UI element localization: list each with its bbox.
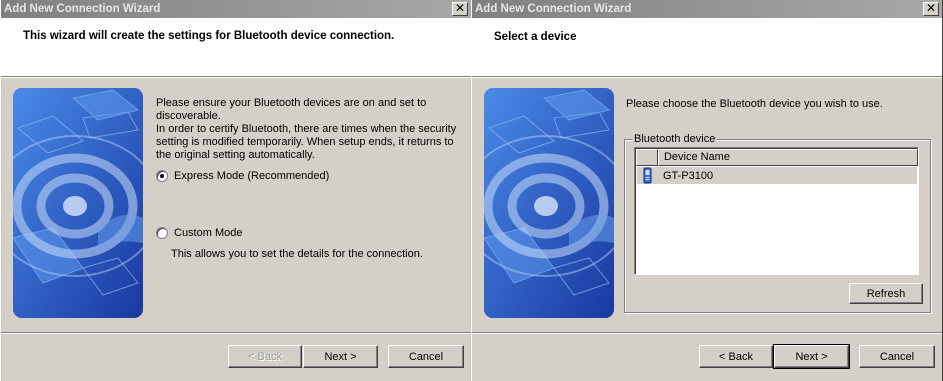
express-mode-option[interactable]: Express Mode (Recommended)	[156, 170, 329, 182]
intro-line: In order to certify Bluetooth, there are…	[156, 123, 457, 135]
close-icon[interactable]: ✕	[452, 2, 468, 16]
intro-line: discoverable.	[156, 110, 221, 122]
wizard-header: This wizard will create the settings for…	[1, 18, 471, 78]
title-bar[interactable]: Add New Connection Wizard ✕	[1, 0, 471, 18]
express-mode-radio[interactable]	[156, 170, 168, 182]
choose-device-prompt: Please choose the Bluetooth device you w…	[626, 98, 883, 110]
cancel-button[interactable]: Cancel	[388, 345, 464, 368]
next-button[interactable]: Next >	[773, 344, 850, 369]
wizard-window-welcome: Add New Connection Wizard ✕ This wizard …	[0, 0, 472, 381]
separator	[472, 332, 942, 334]
device-list[interactable]: Device Name GT-P3100	[634, 147, 919, 275]
header-title: Select a device	[494, 31, 577, 43]
separator	[1, 332, 471, 334]
custom-mode-radio[interactable]	[156, 227, 168, 239]
back-button[interactable]: < Back	[699, 345, 773, 368]
cancel-button[interactable]: Cancel	[859, 345, 935, 368]
wizard-header: Select a device	[472, 18, 942, 78]
device-name: GT-P3100	[663, 169, 714, 182]
intro-line: Please ensure your Bluetooth devices are…	[156, 97, 427, 109]
device-name-column-header[interactable]: Device Name	[657, 149, 918, 166]
header-title: This wizard will create the settings for…	[23, 30, 395, 42]
custom-mode-description: This allows you to set the details for t…	[171, 248, 423, 260]
list-item[interactable]: GT-P3100	[637, 167, 917, 184]
intro-line: the original setting automatically.	[156, 149, 315, 161]
phone-icon	[637, 167, 657, 184]
icon-column-header[interactable]	[636, 149, 658, 166]
group-label: Bluetooth device	[632, 133, 718, 145]
title-bar[interactable]: Add New Connection Wizard ✕	[472, 0, 942, 18]
bluetooth-illustration	[13, 88, 143, 318]
window-title: Add New Connection Wizard	[475, 3, 632, 15]
close-icon[interactable]: ✕	[923, 2, 939, 16]
custom-mode-label: Custom Mode	[174, 227, 243, 239]
wizard-window-select-device: Add New Connection Wizard ✕ Select a dev…	[471, 0, 943, 381]
custom-mode-option[interactable]: Custom Mode	[156, 227, 242, 239]
next-button[interactable]: Next >	[303, 345, 378, 368]
window-title: Add New Connection Wizard	[4, 3, 161, 15]
refresh-button[interactable]: Refresh	[849, 283, 923, 304]
bluetooth-illustration	[484, 88, 614, 318]
express-mode-label: Express Mode (Recommended)	[174, 170, 330, 182]
intro-text: Please ensure your Bluetooth devices are…	[156, 97, 456, 162]
back-button[interactable]: < Back	[228, 345, 302, 368]
list-header: Device Name	[636, 149, 918, 166]
intro-line: setting is modified temporarily. When se…	[156, 136, 454, 148]
